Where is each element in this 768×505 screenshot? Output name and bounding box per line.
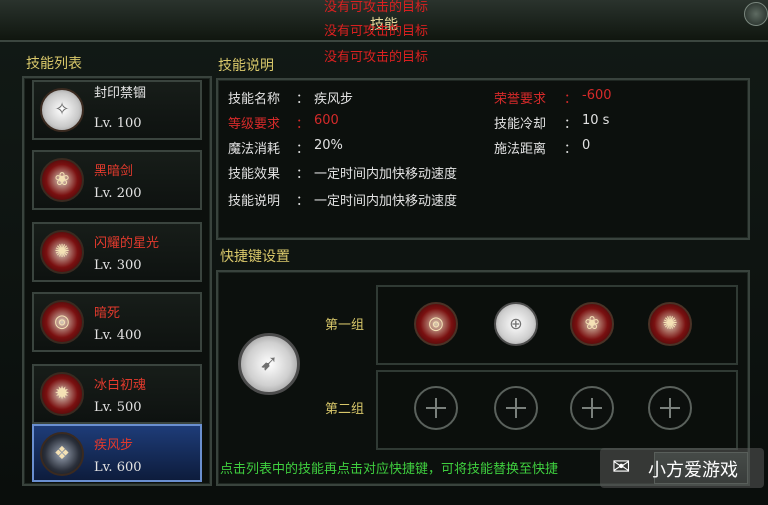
desc-value-explain: 一定时间内加快移动速度 (314, 194, 458, 209)
group1-label: 第一组 (325, 318, 365, 333)
skill-name: 疾风步 (94, 438, 134, 453)
hotkey-slot-1-2[interactable]: ⊕ (494, 302, 538, 346)
desc-key-honor: 荣誉要求 (494, 92, 547, 107)
desc-key-name: 技能名称 (228, 92, 281, 107)
desc-key-range: 施法距离 (494, 142, 547, 157)
skill-item-dark-death[interactable]: ◎ 暗死 Lv. 400 (32, 292, 202, 352)
desc-value-effect: 一定时间内加快移动速度 (314, 167, 458, 182)
desc-sep: ： (564, 117, 578, 132)
desc-value-honor: -600 (582, 88, 612, 103)
star-light-icon: ✺ (40, 230, 84, 274)
desc-sep: ： (296, 194, 310, 209)
dark-death-icon: ◎ (40, 300, 84, 344)
desc-value-name: 疾风步 (314, 92, 354, 107)
desc-value-level: 600 (314, 113, 339, 128)
skill-level: Lv. 600 (94, 460, 142, 475)
skill-level: Lv. 400 (94, 328, 142, 343)
hotkey-slot-1-4[interactable]: ✺ (648, 302, 692, 346)
hotkey-slot-1-1[interactable]: ◎ (414, 302, 458, 346)
ice-soul-icon: ✹ (40, 372, 84, 416)
system-message-3: 没有可攻击的目标 (324, 50, 429, 65)
desc-sep: ： (564, 92, 578, 107)
selected-skill-slot[interactable]: ➹ (238, 333, 300, 395)
skill-level: Lv. 300 (94, 258, 142, 273)
desc-sep: ： (564, 142, 578, 157)
skill-name: 封印禁锢 (94, 86, 147, 101)
desc-key-cooldown: 技能冷却 (494, 117, 547, 132)
watermark-text: 小方爱游戏 (648, 460, 738, 481)
wechat-icon: ✉ (612, 455, 631, 480)
desc-key-explain: 技能说明 (228, 194, 281, 209)
skill-name: 暗死 (94, 306, 121, 321)
skill-list-label: 技能列表 (26, 56, 82, 72)
desc-sep: ： (296, 167, 310, 182)
desc-value-cooldown: 10 s (582, 113, 610, 128)
swift-step-icon: ❖ (40, 432, 84, 476)
skill-item-star-light[interactable]: ✺ 闪耀的星光 Lv. 300 (32, 222, 202, 282)
desc-value-mana: 20% (314, 138, 343, 153)
system-message-1: 没有可攻击的目标 (324, 0, 429, 15)
skill-item-ice-soul[interactable]: ✹ 冰白初魂 Lv. 500 (32, 364, 202, 424)
skill-item-dark-sword[interactable]: ❀ 黑暗剑 Lv. 200 (32, 150, 202, 210)
skill-item-seal[interactable]: ✧ 封印禁锢 Lv. 100 (32, 80, 202, 140)
desc-key-effect: 技能效果 (228, 167, 281, 182)
hotkey-hint: 点击列表中的技能再点击对应快捷键，可将技能替换至快捷 (220, 462, 559, 477)
hotkey-slot-2-4[interactable] (648, 386, 692, 430)
hotkey-slot-2-3[interactable] (570, 386, 614, 430)
skill-level: Lv. 100 (94, 116, 142, 131)
desc-key-level: 等级要求 (228, 117, 281, 132)
skill-desc-label: 技能说明 (218, 58, 274, 74)
dark-sword-icon: ❀ (40, 158, 84, 202)
group2-label: 第二组 (325, 402, 365, 417)
skill-level: Lv. 200 (94, 186, 142, 201)
desc-value-range: 0 (582, 138, 591, 153)
close-button[interactable] (744, 2, 768, 26)
desc-sep: ： (296, 142, 310, 157)
hotkey-slot-1-3[interactable]: ❀ (570, 302, 614, 346)
skill-name: 冰白初魂 (94, 378, 147, 393)
hotkey-slot-2-1[interactable] (414, 386, 458, 430)
system-message-2: 没有可攻击的目标 (324, 24, 429, 39)
chain-seal-icon: ✧ (40, 88, 84, 132)
desc-key-mana: 魔法消耗 (228, 142, 281, 157)
skill-name: 黑暗剑 (94, 164, 134, 179)
desc-sep: ： (296, 92, 310, 107)
skill-item-swift-step[interactable]: ❖ 疾风步 Lv. 600 (32, 424, 202, 482)
hotkey-slot-2-2[interactable] (494, 386, 538, 430)
skill-level: Lv. 500 (94, 400, 142, 415)
skill-name: 闪耀的星光 (94, 236, 160, 251)
hotkey-label: 快捷键设置 (220, 249, 290, 265)
desc-sep: ： (296, 117, 310, 132)
